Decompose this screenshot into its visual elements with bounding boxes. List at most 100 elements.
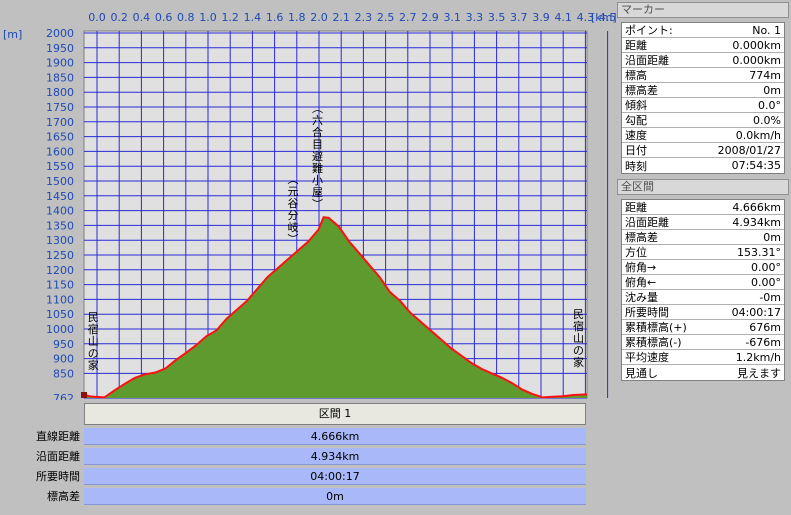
panel-row-value: 見えます: [737, 366, 781, 380]
panel-row: 見通し 見えます: [622, 365, 784, 380]
y-tick-label: 1300: [46, 234, 74, 247]
panel-row-value: 0.0°: [758, 98, 781, 112]
y-tick-label: 2000: [46, 27, 74, 40]
summary-value: 4.666km: [84, 428, 586, 445]
panel-row: 日付 2008/01/27: [622, 143, 784, 158]
panel-row-label: 標高: [625, 69, 647, 82]
y-tick-label: 950: [53, 338, 74, 351]
panel-row-label: 沿面距離: [625, 216, 669, 229]
y-tick-label: 850: [53, 367, 74, 380]
y-tick-label: 1550: [46, 160, 74, 173]
panel-row-label: 沈み量: [625, 291, 658, 304]
panel-row-label: 平均速度: [625, 351, 669, 364]
panel-row-label: 所要時間: [625, 306, 669, 319]
panel-row: 標高差 0m: [622, 230, 784, 245]
all-sections-panel: 距離 4.666km 沿面距離 4.934km 標高差 0m 方位 153.31° 俯角→ 0.0…: [621, 199, 785, 381]
y-tick-label: 1750: [46, 101, 74, 114]
panel-row-value: 04:00:17: [731, 305, 781, 319]
x-tick-label: 3.3: [466, 11, 484, 24]
y-tick-labels: 2000 1950 19001850 1800 1750 1700 16501600 1550…: [46, 27, 74, 400]
panel-row-value: No. 1: [752, 23, 781, 37]
summary-label: 標高差: [47, 490, 80, 503]
y-tick-label: 762: [53, 392, 74, 400]
panel-row-label: 距離: [625, 39, 647, 52]
marker-panel-title: マーカー: [617, 2, 789, 18]
y-tick-label: 1050: [46, 308, 74, 321]
y-tick-label: 1800: [46, 86, 74, 99]
annotation-label: ︵六合目避難小屋︶: [312, 102, 323, 211]
panel-row-value: 0.000km: [732, 38, 781, 52]
panel-row-value: 07:54:35: [731, 159, 781, 172]
panel-row-label: 方位: [625, 246, 647, 259]
y-tick-label: 1350: [46, 219, 74, 232]
panel-row-label: 速度: [625, 129, 647, 142]
annotation-label: 民宿山の家: [88, 311, 99, 372]
y-tick-label: 1600: [46, 145, 74, 158]
y-tick-label: 1900: [46, 57, 74, 70]
panel-row: 時刻 07:54:35: [622, 158, 784, 173]
panel-row-value: 0m: [763, 230, 781, 244]
x-tick-label: 0.2: [110, 11, 128, 24]
x-tick-label: 2.0: [310, 11, 328, 24]
x-tick-label: 0.4: [133, 11, 151, 24]
panel-row-value: -0m: [759, 290, 781, 304]
x-tick-label: 1.0: [199, 11, 217, 24]
panel-row: 累積標高(-) -676m: [622, 335, 784, 350]
x-tick-label: 3.5: [488, 11, 506, 24]
x-tick-label: 0.8: [177, 11, 195, 24]
y-tick-label: 1450: [46, 190, 74, 203]
x-tick-label: 3.1: [443, 11, 461, 24]
panel-row-label: 標高差: [625, 84, 658, 97]
summary-label: 直線距離: [36, 430, 80, 443]
x-tick-label: 1.6: [266, 11, 284, 24]
y-tick-label: 1000: [46, 323, 74, 336]
panel-row: 所要時間 04:00:17: [622, 305, 784, 320]
summary-label: 所要時間: [36, 470, 80, 483]
panel-row-value: 153.31°: [737, 245, 781, 259]
y-tick-label: 1200: [46, 264, 74, 277]
panel-row-value: 0.0%: [753, 113, 781, 127]
panel-row-value: -676m: [745, 335, 781, 349]
panel-row-label: 見通し: [625, 366, 658, 380]
panel-row-value: 0.0km/h: [735, 128, 781, 142]
y-tick-label: 1250: [46, 249, 74, 262]
panel-row-label: 累積標高(+): [625, 321, 687, 334]
x-tick-labels: 0.0 0.2 0.4 0.6 0.8 1.0 1.2 1.4 1.6 1.8 2.0 2.1 2.3 2…: [88, 11, 616, 24]
panel-row: 平均速度 1.2km/h: [622, 350, 784, 365]
panel-row-value: 2008/01/27: [717, 143, 781, 157]
y-tick-label: 1700: [46, 116, 74, 129]
panel-row-value: 4.666km: [732, 200, 781, 214]
panel-row-value: 4.934km: [732, 215, 781, 229]
x-tick-label: 3.7: [510, 11, 528, 24]
start-marker[interactable]: [81, 392, 87, 398]
panel-row-label: 俯角←: [625, 276, 657, 289]
panel-row-value: 0m: [763, 83, 781, 97]
panel-row-label: 累積標高(-): [625, 336, 682, 349]
panel-row-label: 時刻: [625, 159, 647, 173]
x-tick-label: 0.6: [155, 11, 173, 24]
x-unit-label: [km]: [591, 11, 617, 24]
panel-row-label: 沿面距離: [625, 54, 669, 67]
panel-row-value: 0.000km: [732, 53, 781, 67]
panel-row: 沈み量 -0m: [622, 290, 784, 305]
section-header[interactable]: 区間 1: [84, 403, 586, 425]
x-tick-label: 3.9: [532, 11, 550, 24]
x-tick-label: 2.7: [399, 11, 417, 24]
panel-row: 距離 4.666km: [622, 200, 784, 215]
panel-row-value: 0.00°: [751, 275, 781, 289]
panel-row: 方位 153.31°: [622, 245, 784, 260]
panel-row: 俯角← 0.00°: [622, 275, 784, 290]
panel-row: 累積標高(+) 676m: [622, 320, 784, 335]
y-tick-label: 900: [53, 353, 74, 366]
x-tick-label: 1.2: [221, 11, 239, 24]
y-tick-label: 1150: [46, 279, 74, 292]
panel-row: 傾斜 0.0°: [622, 98, 784, 113]
panel-row-value: 774m: [749, 68, 781, 82]
panel-row: 標高差 0m: [622, 83, 784, 98]
x-tick-label: 2.5: [377, 11, 395, 24]
x-tick-label: 1.8: [288, 11, 306, 24]
panel-row: 速度 0.0km/h: [622, 128, 784, 143]
panel-row: 距離 0.000km: [622, 38, 784, 53]
summary-label: 沿面距離: [36, 450, 80, 463]
x-tick-label: 4.1: [554, 11, 572, 24]
